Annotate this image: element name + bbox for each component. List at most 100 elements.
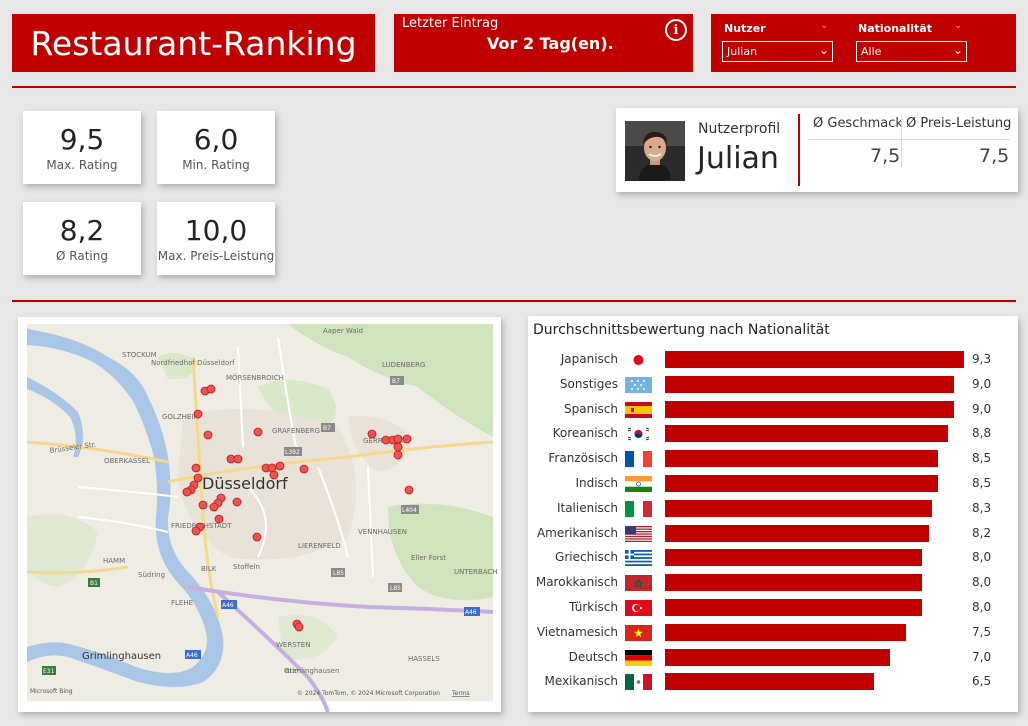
terms-link[interactable]: Terms xyxy=(451,690,470,697)
divider xyxy=(12,300,1016,302)
bar-row[interactable]: Italienisch 8,3 xyxy=(528,497,1018,521)
map-marker[interactable] xyxy=(203,430,213,440)
chart-title: Durchschnittsbewertung nach Nationalität xyxy=(533,322,830,338)
bar-row[interactable]: Griechisch 8,0 xyxy=(528,546,1018,570)
info-icon[interactable]: i xyxy=(665,19,687,41)
map-marker[interactable] xyxy=(253,427,263,437)
bar-row[interactable]: Amerikanisch 8,2 xyxy=(528,522,1018,546)
map-marker[interactable] xyxy=(404,485,414,495)
map-marker[interactable] xyxy=(393,434,403,444)
data-label: 7,5 xyxy=(972,624,992,639)
bar[interactable] xyxy=(665,599,923,616)
kpi-label: Max. Rating xyxy=(46,158,118,172)
column-divider xyxy=(901,113,902,167)
map-marker[interactable] xyxy=(299,464,309,474)
map-label: Eller Forst xyxy=(411,554,446,562)
bar[interactable] xyxy=(665,425,948,443)
map-label: LIERENFELD xyxy=(298,542,341,550)
map-label: UNTERBACH xyxy=(454,568,498,576)
bar-row[interactable]: Französisch 8,5 xyxy=(528,447,1018,471)
bar[interactable] xyxy=(665,475,939,492)
map-marker[interactable] xyxy=(191,463,201,473)
bar[interactable] xyxy=(665,499,932,517)
map-marker[interactable] xyxy=(214,514,224,524)
chevron-down-icon: ⌄ xyxy=(952,43,963,57)
bar-row[interactable]: Deutsch 7,0 xyxy=(528,646,1018,670)
bar-row[interactable]: Türkisch 8,0 xyxy=(528,596,1018,620)
data-label: 8,0 xyxy=(972,600,992,614)
chevron-down-icon[interactable]: ⌄ xyxy=(954,20,962,31)
map-canvas[interactable]: Aaper Wald STOCKUM Nordfriedhof Düsseldo… xyxy=(18,317,501,712)
divider xyxy=(12,86,1016,88)
map-marker[interactable] xyxy=(182,487,192,497)
map-label: VENNHAUSEN xyxy=(358,528,407,536)
bar[interactable] xyxy=(665,351,964,368)
category-label: Sonstiges xyxy=(559,376,618,391)
bar[interactable] xyxy=(665,673,874,691)
bar[interactable] xyxy=(665,375,955,393)
map-attribution: © 2024 TomTom, © 2024 Microsoft Corporat… xyxy=(297,690,440,697)
bar-row[interactable]: Spanisch 9,0 xyxy=(528,398,1018,422)
restaurant-map[interactable]: Aaper Wald STOCKUM Nordfriedhof Düsseldo… xyxy=(18,317,501,712)
map-marker[interactable] xyxy=(393,442,403,452)
bar[interactable] xyxy=(665,524,929,542)
bar-row[interactable]: Sonstiges 9,0 xyxy=(528,373,1018,397)
nationality-select[interactable]: Alle ⌄ xyxy=(856,41,967,62)
avatar xyxy=(625,121,685,181)
data-label: 8,0 xyxy=(972,575,992,590)
bar-row[interactable]: Mexikanisch 6,5 xyxy=(528,670,1018,694)
bar[interactable] xyxy=(665,648,891,666)
map-label: FLEHE xyxy=(171,599,193,607)
road-shield: E31 xyxy=(43,668,55,675)
bing-logo: Microsoft Bing xyxy=(30,688,73,695)
map-marker[interactable] xyxy=(393,450,403,460)
map-label: Aaper Wald xyxy=(323,327,363,335)
map-marker[interactable] xyxy=(402,434,412,444)
map-marker[interactable] xyxy=(294,622,304,632)
map-marker[interactable] xyxy=(209,502,219,512)
bar-row[interactable]: Marokkanisch 8,0 xyxy=(528,571,1018,595)
bar[interactable] xyxy=(665,623,907,641)
korea-flag xyxy=(625,426,652,443)
data-label: 7,0 xyxy=(972,649,992,664)
nationality-select-value: Alle xyxy=(861,45,882,58)
data-label: 9,0 xyxy=(972,376,992,391)
kpi-max-value: 10,0 Max. Preis-Leistung xyxy=(157,202,275,275)
bar-row[interactable]: Vietnamesich 7,5 xyxy=(528,621,1018,645)
profile-label: Nutzerprofil xyxy=(698,121,781,137)
map-marker[interactable] xyxy=(198,500,208,510)
usa-flag xyxy=(625,525,652,542)
road-shield: B1 xyxy=(90,580,98,587)
data-label: 8,2 xyxy=(972,525,992,540)
kpi-value: 9,5 xyxy=(59,123,105,156)
bar[interactable] xyxy=(665,400,955,418)
map-marker[interactable] xyxy=(193,409,203,419)
japan-flag xyxy=(625,352,652,368)
kpi-value: 10,0 xyxy=(184,214,248,247)
road-shield: A46 xyxy=(222,602,234,609)
map-marker[interactable] xyxy=(367,429,377,439)
map-marker[interactable] xyxy=(206,384,216,394)
category-label: Mexikanisch xyxy=(544,674,618,689)
map-marker[interactable] xyxy=(233,454,243,464)
map-marker[interactable] xyxy=(275,461,285,471)
data-label: 8,8 xyxy=(972,426,992,441)
bar[interactable] xyxy=(665,574,923,592)
map-marker[interactable] xyxy=(269,470,279,480)
road-shield: A46 xyxy=(186,652,198,659)
bar-row[interactable]: Japanisch 9,3 xyxy=(528,348,1018,372)
bar[interactable] xyxy=(665,450,939,468)
map-marker[interactable] xyxy=(232,497,242,507)
map-marker[interactable] xyxy=(191,526,201,536)
user-select[interactable]: Julian ⌄ xyxy=(722,41,833,62)
spain-flag xyxy=(625,401,652,418)
map-label: LUDENBERG xyxy=(382,361,425,369)
bar-row[interactable]: Indisch 8,5 xyxy=(528,472,1018,496)
bar[interactable] xyxy=(665,549,923,567)
nationality-bar-chart: Durchschnittsbewertung nach Nationalität… xyxy=(528,316,1018,712)
map-marker[interactable] xyxy=(252,532,262,542)
chevron-down-icon: ⌄ xyxy=(818,43,829,57)
user-select-value: Julian xyxy=(727,45,758,58)
bar-row[interactable]: Koreanisch 8,8 xyxy=(528,422,1018,446)
chevron-down-icon[interactable]: ⌄ xyxy=(820,20,828,31)
